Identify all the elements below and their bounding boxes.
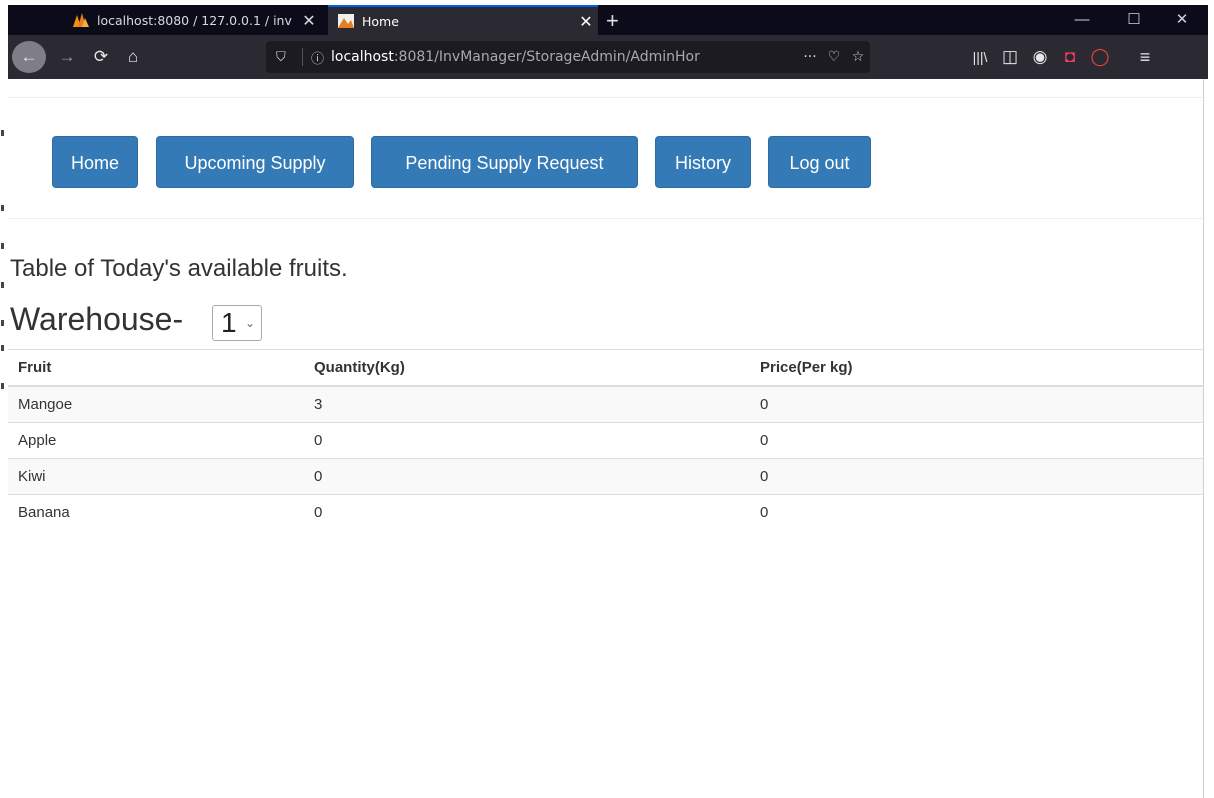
close-window-icon[interactable]: ✕ xyxy=(1160,7,1204,33)
cell-quantity: 3 xyxy=(304,385,750,423)
menu-icon[interactable]: ≡ xyxy=(1133,43,1157,71)
table-row: Mangoe 3 0 xyxy=(8,385,1203,423)
warehouse-selected-value: 1 xyxy=(221,307,237,338)
cell-fruit: Kiwi xyxy=(8,458,304,495)
pending-supply-request-button[interactable]: Pending Supply Request xyxy=(371,136,638,188)
maximize-icon[interactable]: ☐ xyxy=(1112,7,1156,33)
cell-fruit: Mangoe xyxy=(8,385,304,423)
browser-tab[interactable]: localhost:8080 / 127.0.0.1 / inv ✕ xyxy=(63,5,321,35)
info-icon[interactable]: ⓘ xyxy=(311,48,331,67)
pocket-icon[interactable]: ◘ xyxy=(1058,43,1082,71)
url-separator xyxy=(302,48,303,66)
cell-quantity: 0 xyxy=(304,422,750,459)
url-bar[interactable]: ⛉ ⓘ localhost:8081/InvManager/StorageAdm… xyxy=(266,41,870,73)
browser-toolbar: ← → ⟳ ⌂ ⛉ ⓘ localhost:8081/InvManager/St… xyxy=(8,35,1208,79)
chevron-down-icon: ⌄ xyxy=(244,316,255,330)
close-tab-icon[interactable]: ✕ xyxy=(297,11,321,30)
page-actions-icon[interactable]: ··· xyxy=(798,49,822,65)
back-arrow-icon[interactable]: ← xyxy=(12,41,46,73)
minimize-icon[interactable]: — xyxy=(1060,7,1104,33)
upcoming-supply-button[interactable]: Upcoming Supply xyxy=(156,136,354,188)
home-icon[interactable]: ⌂ xyxy=(120,43,146,71)
table-row: Banana 0 0 xyxy=(8,494,1203,530)
url-host: localhost xyxy=(331,49,394,65)
page-heading: Table of Today's available fruits. xyxy=(10,255,348,282)
cell-price: 0 xyxy=(750,494,1203,530)
cell-quantity: 0 xyxy=(304,494,750,530)
tab-title: localhost:8080 / 127.0.0.1 / inv xyxy=(97,12,292,28)
sidebar-icon[interactable]: ◫ xyxy=(998,43,1022,71)
url-text: localhost:8081/InvManager/StorageAdmin/A… xyxy=(331,49,798,65)
warehouse-label: Warehouse- xyxy=(10,301,184,337)
shield-icon: ⛉ xyxy=(276,49,286,65)
url-path: :8081/InvManager/StorageAdmin/AdminHor xyxy=(393,49,700,65)
extension-icon[interactable]: ◯ xyxy=(1088,43,1112,71)
reload-icon[interactable]: ⟳ xyxy=(88,43,114,71)
cell-price: 0 xyxy=(750,458,1203,495)
warehouse-select[interactable]: 1 ⌄ xyxy=(212,305,262,341)
phpmyadmin-icon xyxy=(73,13,89,27)
home-button[interactable]: Home xyxy=(52,136,138,188)
cell-fruit: Banana xyxy=(8,494,304,530)
table-row: Kiwi 0 0 xyxy=(8,458,1203,495)
fruit-table: Fruit Quantity(Kg) Price(Per kg) Mangoe … xyxy=(8,349,1203,530)
table-header-row: Fruit Quantity(Kg) Price(Per kg) xyxy=(8,349,1203,387)
browser-titlebar: localhost:8080 / 127.0.0.1 / inv ✕ Home … xyxy=(8,5,1208,35)
cell-fruit: Apple xyxy=(8,422,304,459)
bookmark-star-icon[interactable]: ☆ xyxy=(846,49,870,65)
table-row: Apple 0 0 xyxy=(8,422,1203,459)
library-icon[interactable]: |||\ xyxy=(968,43,992,71)
forward-arrow-icon[interactable]: → xyxy=(54,43,80,71)
column-header-price: Price(Per kg) xyxy=(750,349,1203,387)
page-favicon-icon xyxy=(338,14,354,28)
top-navigation: Home Upcoming Supply Pending Supply Requ… xyxy=(8,97,1203,219)
column-header-fruit: Fruit xyxy=(8,349,304,387)
cell-quantity: 0 xyxy=(304,458,750,495)
browser-tab-active[interactable]: Home ✕ xyxy=(328,5,598,35)
pocket-save-icon[interactable]: ♡ xyxy=(822,49,846,65)
history-button[interactable]: History xyxy=(655,136,751,188)
tab-title: Home xyxy=(362,13,399,29)
column-header-quantity: Quantity(Kg) xyxy=(304,349,750,387)
left-edge-strip xyxy=(0,0,8,798)
cell-price: 0 xyxy=(750,385,1203,423)
new-tab-icon[interactable]: + xyxy=(606,8,619,34)
logout-button[interactable]: Log out xyxy=(768,136,871,188)
close-tab-icon[interactable]: ✕ xyxy=(574,12,598,31)
account-icon[interactable]: ◉ xyxy=(1028,43,1052,71)
cell-price: 0 xyxy=(750,422,1203,459)
page-content: Home Upcoming Supply Pending Supply Requ… xyxy=(8,79,1204,798)
